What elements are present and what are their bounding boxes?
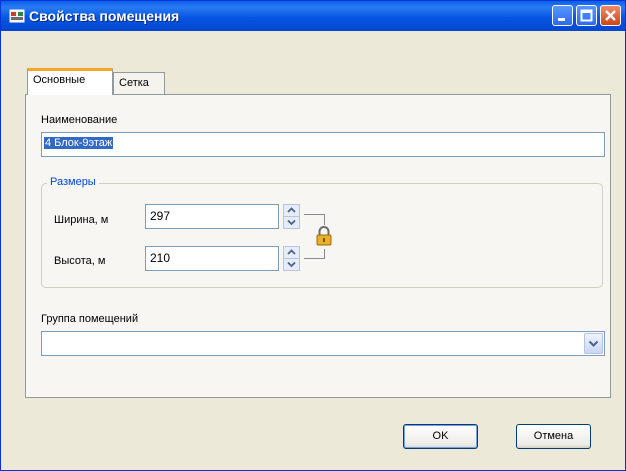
maximize-icon <box>580 9 593 22</box>
room-group-combobox[interactable] <box>41 331 605 356</box>
height-spinner[interactable] <box>283 246 300 271</box>
tab-grid-label: Сетка <box>119 77 149 89</box>
link-bracket-bottom <box>304 249 325 259</box>
close-button[interactable] <box>600 5 621 26</box>
height-value: 210 <box>150 251 171 265</box>
minimize-button[interactable] <box>552 5 573 26</box>
tab-grid[interactable]: Сетка <box>113 72 165 95</box>
chevron-down-icon <box>588 340 599 347</box>
name-label: Наименование <box>41 114 118 126</box>
width-input[interactable]: 297 <box>145 204 279 229</box>
close-icon <box>605 10 616 21</box>
arrow-down-icon <box>287 261 296 268</box>
width-value: 297 <box>150 209 171 223</box>
properties-dialog: Свойства помещения Основные Сетка Наимен… <box>0 0 626 471</box>
height-label: Высота, м <box>54 255 106 267</box>
window-title: Свойства помещения <box>29 8 180 24</box>
cancel-button[interactable]: Отмена <box>516 424 591 449</box>
room-group-label: Группа помещений <box>41 313 139 325</box>
height-input[interactable]: 210 <box>145 246 279 271</box>
height-spin-up[interactable] <box>284 247 299 259</box>
link-bracket-top <box>304 214 325 225</box>
maximize-button[interactable] <box>576 5 597 26</box>
arrow-up-icon <box>287 249 296 255</box>
width-label: Ширина, м <box>54 214 109 226</box>
ok-button[interactable]: OK <box>403 424 478 449</box>
arrow-down-icon <box>287 219 296 226</box>
app-icon <box>9 9 25 23</box>
tab-general[interactable]: Основные <box>27 68 113 95</box>
width-spin-down[interactable] <box>284 217 299 228</box>
arrow-up-icon <box>287 207 296 213</box>
size-group-legend: Размеры <box>47 176 99 188</box>
tab-general-label: Основные <box>33 74 86 86</box>
name-value: 4 Блок-9этаж <box>44 137 114 149</box>
width-spin-up[interactable] <box>284 205 299 217</box>
height-spin-down[interactable] <box>284 259 299 270</box>
padlock-icon[interactable] <box>315 225 333 247</box>
width-spinner[interactable] <box>283 204 300 229</box>
minimize-icon <box>558 18 565 21</box>
room-group-dropdown-button[interactable] <box>584 333 603 354</box>
title-bar[interactable]: Свойства помещения <box>1 1 625 31</box>
name-input[interactable]: 4 Блок-9этаж <box>41 132 605 157</box>
